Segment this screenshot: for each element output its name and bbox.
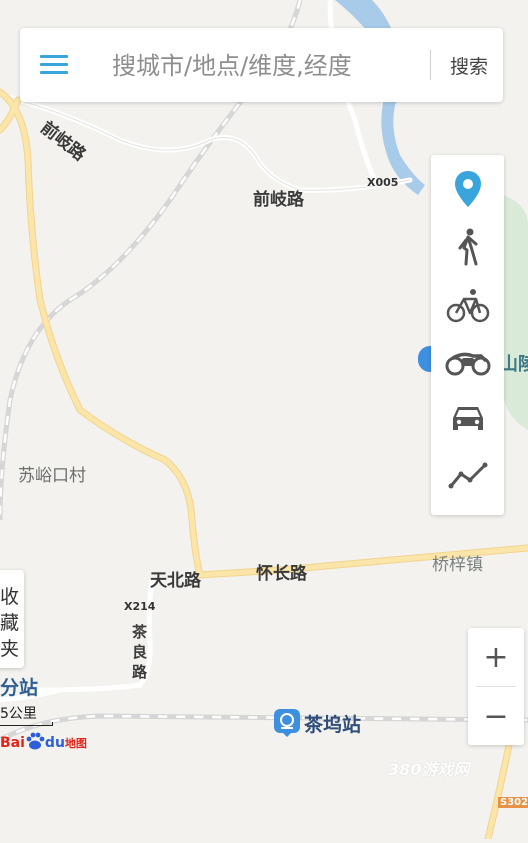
favorites-char-3: 夹: [0, 638, 20, 660]
village-label-suyukou: 苏峪口村: [18, 466, 86, 486]
mode-motorcycle-button[interactable]: [431, 335, 504, 391]
favorites-tab[interactable]: 收 藏 夹: [0, 570, 24, 668]
search-input[interactable]: [110, 44, 426, 88]
motorcycle-icon: [445, 346, 491, 380]
road-label-qianqi-2: 前岐路: [253, 190, 304, 210]
car-icon: [450, 404, 486, 438]
mode-car-button[interactable]: [431, 393, 504, 449]
search-divider: [430, 50, 431, 80]
subway-station-icon: [274, 709, 300, 737]
road-label-chaliang: 茶良路: [132, 623, 148, 681]
station-label-chawu: 茶坞站: [304, 714, 362, 736]
mode-location-button[interactable]: [431, 163, 504, 219]
mode-walk-button[interactable]: [431, 221, 504, 277]
zoom-out-button[interactable]: −: [468, 687, 524, 745]
walk-icon: [455, 228, 481, 270]
logo-du: du: [44, 735, 65, 751]
search-button[interactable]: 搜索: [440, 48, 498, 82]
scale-bar: [0, 722, 53, 726]
menu-icon[interactable]: [40, 54, 68, 76]
bicycle-icon: [446, 287, 490, 327]
zoom-in-button[interactable]: +: [468, 628, 524, 686]
location-pin-icon: [453, 170, 483, 212]
road-label-tianbei: 天北路: [150, 571, 201, 591]
logo-map: 地图: [64, 737, 87, 750]
site-watermark: 380游戏网: [388, 760, 470, 779]
logo-bai: Bai: [0, 735, 25, 751]
baidu-paw-icon: [25, 732, 45, 750]
travel-mode-panel: [431, 155, 504, 515]
town-label-qiaozi: 桥梓镇: [432, 555, 483, 575]
mode-route-button[interactable]: [431, 449, 504, 505]
baidu-map-logo: Bai du地图: [0, 732, 87, 754]
road-code-s302: S302: [498, 797, 528, 808]
scale-label: 5公里: [0, 706, 37, 722]
park-area: [504, 195, 528, 430]
zoom-control: + −: [468, 628, 524, 745]
favorites-char-1: 收: [0, 586, 20, 608]
partial-shanling-label: 山陵: [500, 354, 528, 375]
search-bar: 搜索: [20, 28, 503, 102]
partial-station-label: 分站: [0, 677, 39, 699]
route-line-icon: [448, 461, 488, 493]
favorites-char-2: 藏: [0, 612, 20, 634]
mode-bike-button[interactable]: [431, 279, 504, 335]
road-label-huaichang: 怀长路: [256, 564, 307, 584]
road-code-x005: X005: [367, 176, 399, 189]
railway-line: [0, 88, 252, 521]
road-s302: [485, 737, 513, 842]
road-code-x214: X214: [124, 600, 156, 613]
